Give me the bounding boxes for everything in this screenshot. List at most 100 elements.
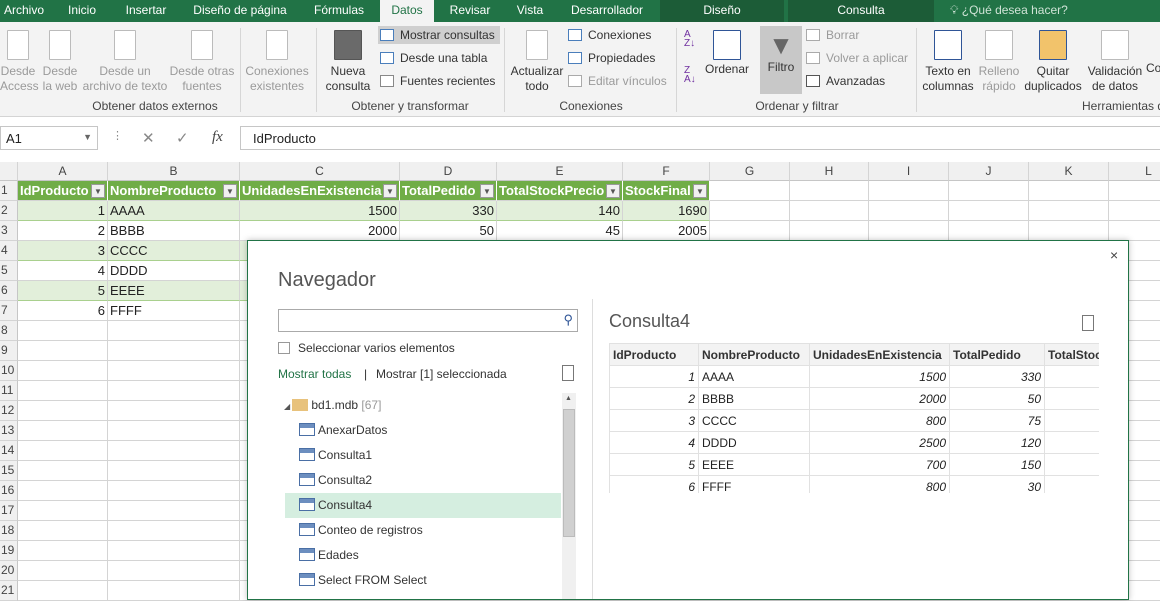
preview-column-header[interactable]: TotalStock: [1043, 343, 1099, 366]
cell[interactable]: [949, 201, 1029, 221]
name-box[interactable]: A1 ▼: [0, 126, 98, 150]
from-table-button[interactable]: Desde una tabla: [378, 49, 487, 67]
cell[interactable]: [710, 221, 790, 241]
cell[interactable]: 1690: [623, 201, 710, 221]
tell-me-search[interactable]: 💡︎ ¿Qué desea hacer?: [950, 0, 1080, 22]
row-header[interactable]: 3: [0, 221, 18, 241]
cell[interactable]: [18, 341, 108, 361]
advanced-button[interactable]: Avanzadas: [804, 72, 885, 90]
cell[interactable]: [18, 401, 108, 421]
row-header[interactable]: 16: [0, 481, 18, 501]
column-header[interactable]: L: [1109, 162, 1160, 181]
tree-item[interactable]: Consulta1: [285, 443, 561, 468]
tree-item[interactable]: Edades: [285, 543, 561, 568]
cell[interactable]: 50: [400, 221, 497, 241]
tab-datos[interactable]: Datos: [380, 0, 434, 22]
from-web-button[interactable]: Desde la web: [40, 30, 80, 94]
cell[interactable]: [710, 181, 790, 201]
refresh-preview-icon[interactable]: [562, 365, 574, 381]
cell[interactable]: [18, 321, 108, 341]
tab-consulta[interactable]: Consulta: [788, 0, 934, 22]
tab-formulas[interactable]: Fórmulas: [304, 0, 374, 22]
cell[interactable]: [790, 201, 869, 221]
tab-diseno[interactable]: Diseño: [660, 0, 784, 22]
column-header[interactable]: A: [18, 162, 108, 181]
row-header[interactable]: 17: [0, 501, 18, 521]
preview-column-header[interactable]: UnidadesEnExistencia: [809, 343, 950, 366]
cell[interactable]: NombreProducto ▼: [108, 181, 240, 201]
row-header[interactable]: 4: [0, 241, 18, 261]
tree-item[interactable]: Consulta2: [285, 468, 561, 493]
column-header[interactable]: J: [949, 162, 1029, 181]
consolidate-button[interactable]: Co: [1146, 61, 1160, 76]
cell[interactable]: [108, 561, 240, 581]
cell[interactable]: 2000: [240, 221, 400, 241]
cell[interactable]: [108, 581, 240, 601]
row-header[interactable]: 12: [0, 401, 18, 421]
connections-button[interactable]: Conexiones: [566, 26, 651, 44]
cell[interactable]: [108, 381, 240, 401]
show-queries-button[interactable]: Mostrar consultas: [378, 26, 500, 44]
row-header[interactable]: 6: [0, 281, 18, 301]
cell[interactable]: [108, 521, 240, 541]
cell[interactable]: [108, 321, 240, 341]
column-header[interactable]: D: [400, 162, 497, 181]
clear-button[interactable]: Borrar: [804, 26, 859, 44]
cell[interactable]: FFFF: [108, 301, 240, 321]
column-header[interactable]: K: [1029, 162, 1109, 181]
tree-scrollbar[interactable]: ▲: [562, 393, 576, 599]
text-to-columns-button[interactable]: Texto en columnas: [920, 30, 976, 94]
row-header[interactable]: 19: [0, 541, 18, 561]
cell[interactable]: [1029, 201, 1109, 221]
cell[interactable]: [108, 461, 240, 481]
cell[interactable]: [18, 461, 108, 481]
cell[interactable]: StockFinal ▼: [623, 181, 710, 201]
refresh-all-button[interactable]: Actualizar todo: [508, 30, 566, 94]
column-header[interactable]: C: [240, 162, 400, 181]
cell[interactable]: [869, 221, 949, 241]
cell[interactable]: [108, 441, 240, 461]
cell[interactable]: [18, 441, 108, 461]
cell[interactable]: [790, 181, 869, 201]
row-header[interactable]: 1: [0, 181, 18, 201]
cell[interactable]: [18, 561, 108, 581]
filter-dropdown-icon[interactable]: ▼: [693, 184, 707, 198]
row-header[interactable]: 5: [0, 261, 18, 281]
row-header[interactable]: 21: [0, 581, 18, 601]
cell[interactable]: 45: [497, 221, 623, 241]
scrollbar-thumb[interactable]: [563, 409, 575, 537]
enter-icon[interactable]: ✓: [176, 129, 189, 147]
cell[interactable]: [790, 221, 869, 241]
existing-connections-button[interactable]: Conexiones existentes: [244, 30, 310, 94]
cell[interactable]: 2005: [623, 221, 710, 241]
column-header[interactable]: E: [497, 162, 623, 181]
cell[interactable]: CCCC: [108, 241, 240, 261]
cell[interactable]: DDDD: [108, 261, 240, 281]
data-validation-button[interactable]: Validación de datos: [1084, 30, 1146, 94]
row-header[interactable]: 18: [0, 521, 18, 541]
flash-fill-button[interactable]: Relleno rápido: [976, 30, 1022, 94]
tree-item[interactable]: AnexarDatos: [285, 418, 561, 443]
multi-select-checkbox[interactable]: [278, 342, 290, 354]
tab-revisar[interactable]: Revisar: [442, 0, 498, 22]
cell[interactable]: [18, 481, 108, 501]
cell[interactable]: [710, 201, 790, 221]
cell[interactable]: IdProducto ▼: [18, 181, 108, 201]
tree-root[interactable]: ◢ bd1.mdb [67]: [284, 393, 381, 418]
column-header[interactable]: F: [623, 162, 710, 181]
cell[interactable]: [18, 381, 108, 401]
cell[interactable]: 6: [18, 301, 108, 321]
cell[interactable]: UnidadesEnExistencia ▼: [240, 181, 400, 201]
from-access-button[interactable]: Desde Access: [0, 30, 39, 94]
filter-dropdown-icon[interactable]: ▼: [480, 184, 494, 198]
cell[interactable]: [1029, 221, 1109, 241]
filter-dropdown-icon[interactable]: ▼: [383, 184, 397, 198]
column-header[interactable]: H: [790, 162, 869, 181]
search-input[interactable]: ⚲: [278, 309, 578, 332]
filter-dropdown-icon[interactable]: ▼: [606, 184, 620, 198]
cell[interactable]: 3: [18, 241, 108, 261]
select-all-corner[interactable]: [0, 162, 18, 181]
from-other-button[interactable]: Desde otras fuentes: [168, 30, 236, 94]
cell[interactable]: [949, 181, 1029, 201]
cell[interactable]: [1029, 181, 1109, 201]
